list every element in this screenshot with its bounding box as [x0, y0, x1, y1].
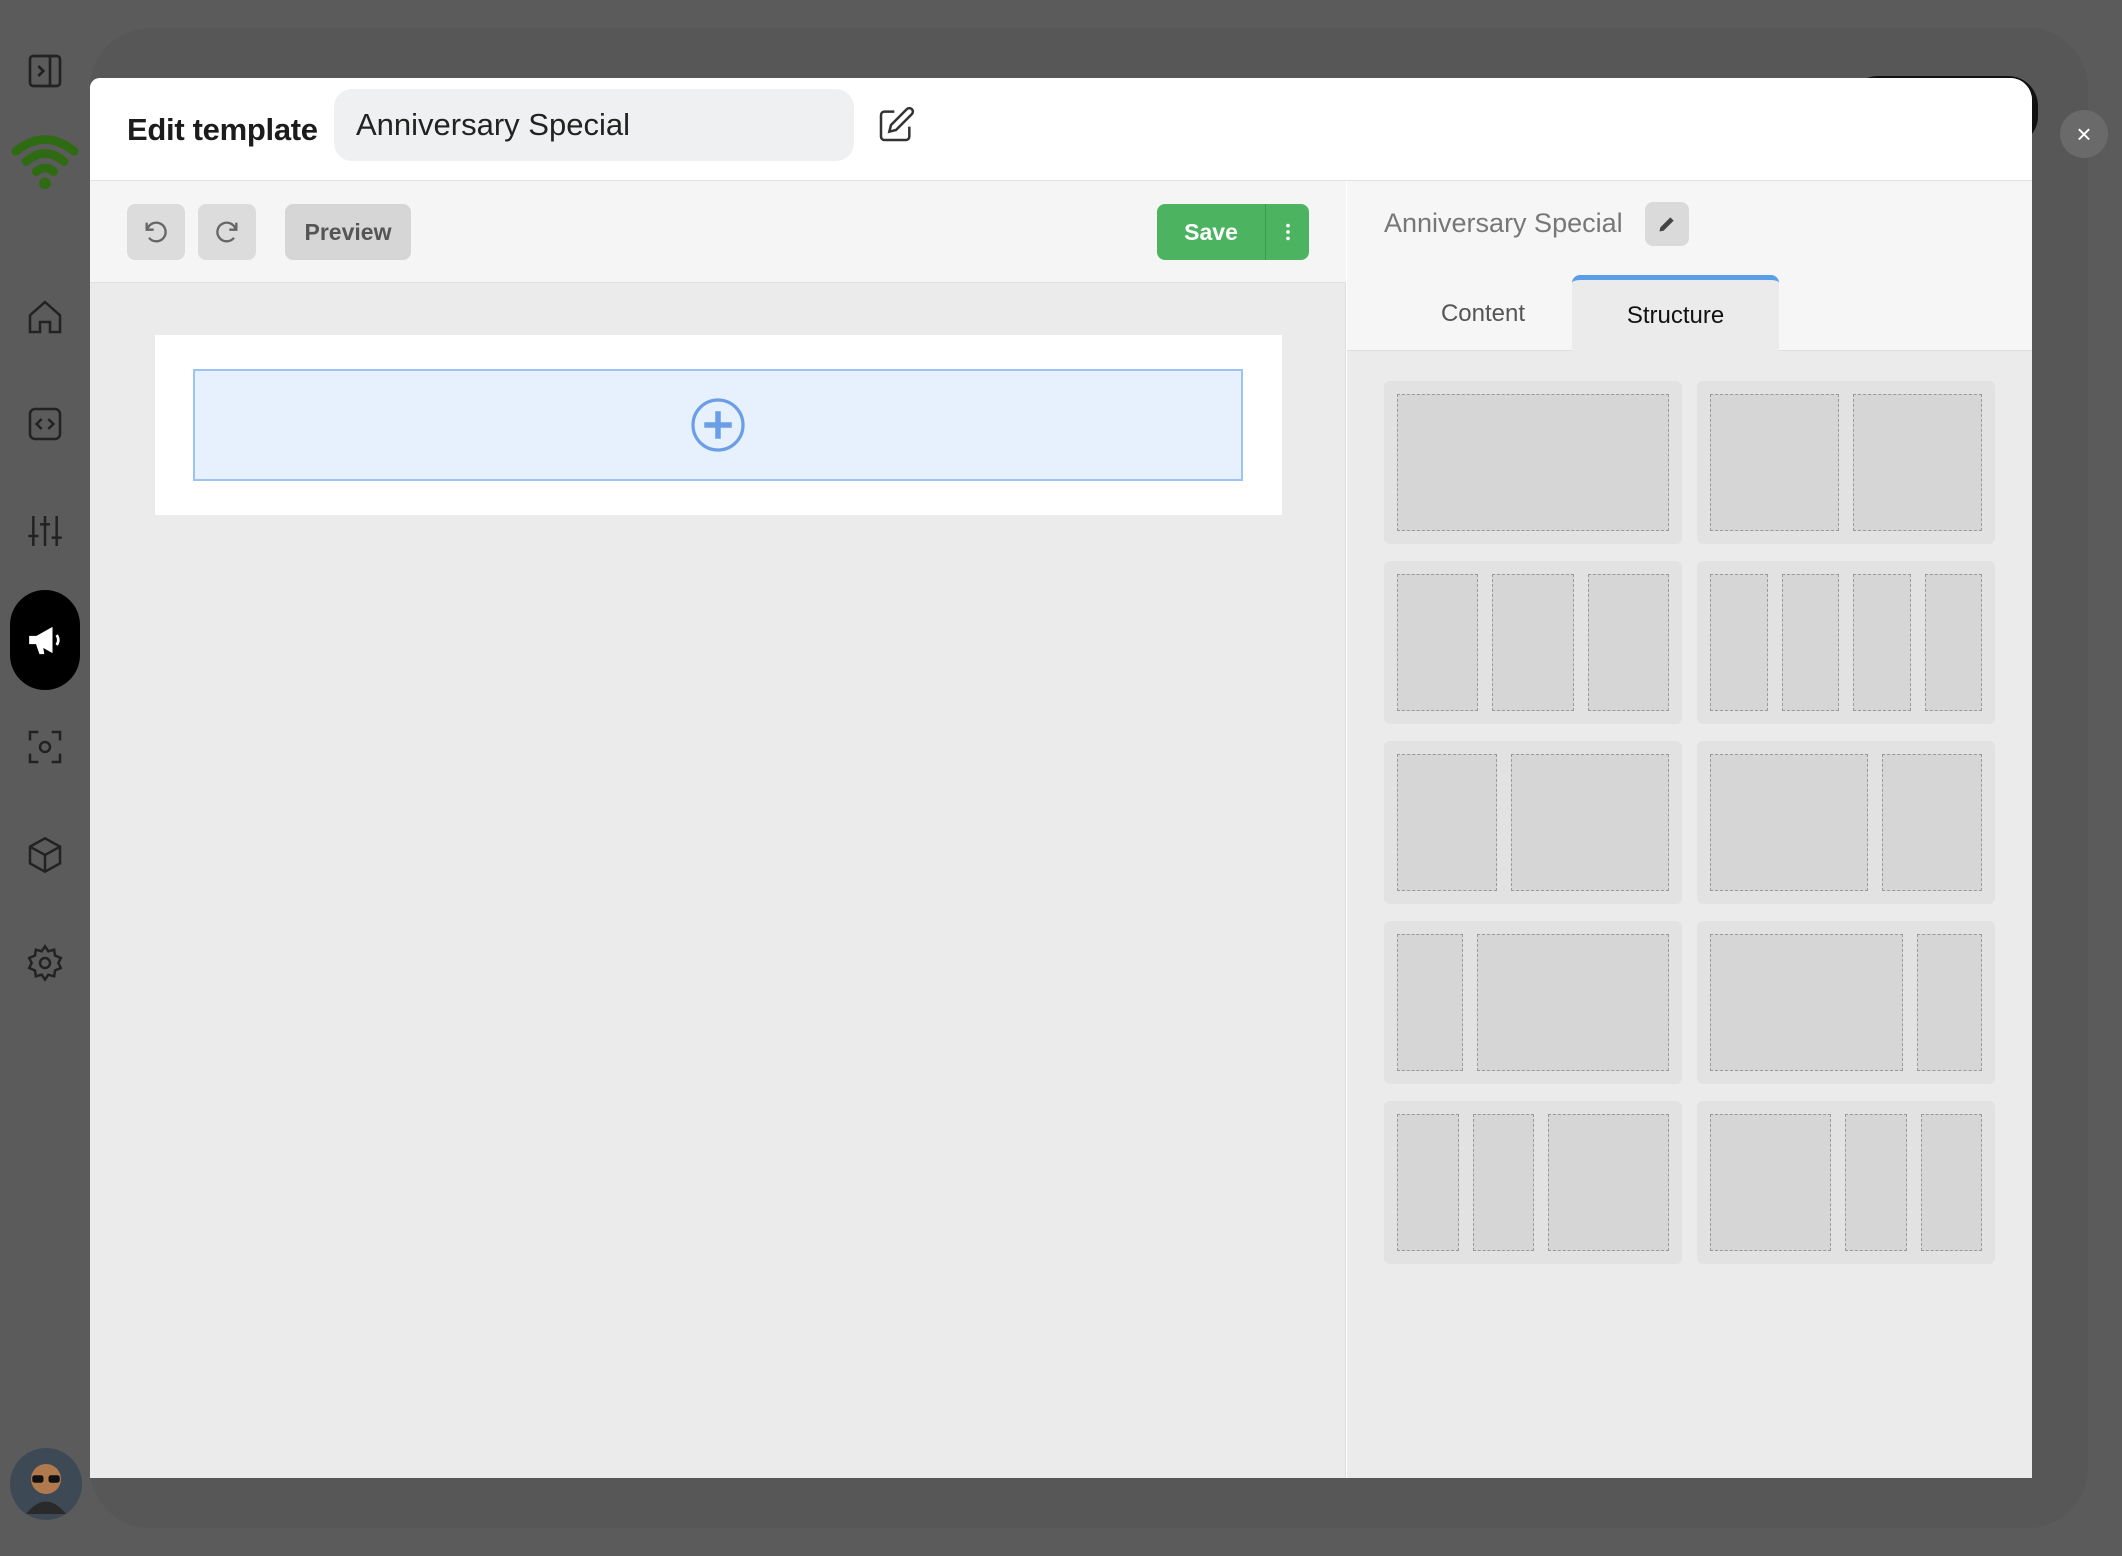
layout-columns [1710, 1114, 1982, 1251]
sliders-icon [28, 516, 62, 546]
undo-button[interactable] [127, 204, 185, 260]
preview-button[interactable]: Preview [285, 204, 411, 260]
layout-column-placeholder [1710, 574, 1768, 711]
scan-icon [28, 730, 62, 764]
close-modal-button[interactable]: × [2060, 110, 2108, 158]
layout-column-placeholder [1510, 754, 1669, 891]
layout-column-placeholder [1472, 1114, 1534, 1251]
layout-column-placeholder [1710, 1114, 1831, 1251]
gear-icon [27, 944, 63, 982]
layout-column-placeholder [1397, 934, 1463, 1071]
tab-structure[interactable]: Structure [1572, 275, 1779, 352]
layout-column-placeholder [1916, 934, 1982, 1071]
panel-template-name: Anniversary Special [1384, 208, 1623, 238]
layout-column-placeholder [1397, 1114, 1459, 1251]
edit-icon [879, 106, 915, 142]
editor-area: Preview Save [90, 181, 1346, 1478]
layout-column-placeholder [1710, 394, 1839, 531]
layout-4-columns[interactable] [1697, 561, 1995, 724]
layout-3-columns[interactable] [1384, 561, 1682, 724]
layout-1-2[interactable] [1384, 741, 1682, 904]
layout-column-placeholder [1397, 754, 1497, 891]
undo-icon [145, 221, 167, 243]
layout-2-1-1[interactable] [1697, 1101, 1995, 1264]
layout-1-column[interactable] [1384, 381, 1682, 544]
modal-title: Edit template [127, 112, 318, 147]
edit-name-button[interactable] [874, 103, 918, 147]
layout-column-placeholder [1476, 934, 1669, 1071]
megaphone-icon [29, 626, 60, 655]
layout-column-placeholder [1492, 574, 1574, 711]
redo-icon [216, 221, 238, 243]
brand-logo [8, 125, 82, 195]
layout-column-placeholder [1548, 1114, 1669, 1251]
sidebar-item-campaigns[interactable] [10, 590, 80, 690]
save-button-group: Save [1157, 204, 1309, 260]
layout-column-placeholder [1710, 934, 1903, 1071]
layout-column-placeholder [1924, 574, 1982, 711]
sidebar-toggle-icon [28, 54, 62, 88]
editor-toolbar: Preview Save [90, 181, 1346, 283]
modal-header: Edit template [90, 78, 2032, 181]
user-avatar-icon [26, 1464, 66, 1514]
layout-column-placeholder [1397, 394, 1669, 531]
sidebar-item-home[interactable] [10, 282, 80, 352]
layout-column-placeholder [1853, 574, 1911, 711]
layout-columns [1710, 754, 1982, 891]
layout-column-placeholder [1781, 574, 1839, 711]
redo-button[interactable] [198, 204, 256, 260]
layout-1-1-2[interactable] [1384, 1101, 1682, 1264]
layout-column-placeholder [1845, 1114, 1907, 1251]
layout-columns [1397, 394, 1669, 531]
avatar[interactable] [10, 1448, 82, 1520]
sidebar-item-code[interactable] [10, 389, 80, 459]
structure-panel: Anniversary Special Content Structure [1347, 181, 2032, 1478]
more-vertical-icon [1285, 223, 1290, 241]
cube-icon [28, 836, 62, 874]
sidebar-item-settings[interactable] [10, 928, 80, 998]
layout-columns [1397, 1114, 1669, 1251]
edit-template-modal: Edit template Preview Save [90, 78, 2032, 1478]
layout-columns [1710, 394, 1982, 531]
sidebar-toggle-button[interactable] [10, 36, 80, 106]
layout-2-1[interactable] [1697, 741, 1995, 904]
layout-column-placeholder [1853, 394, 1982, 531]
layout-column-placeholder [1587, 574, 1669, 711]
close-icon: × [2076, 118, 2092, 149]
save-options-button[interactable] [1265, 204, 1309, 260]
plus-circle-icon [691, 398, 745, 452]
pencil-icon [1659, 217, 1674, 232]
layout-columns [1397, 934, 1669, 1071]
layout-columns [1397, 574, 1669, 711]
layout-columns [1710, 574, 1982, 711]
layout-columns [1397, 754, 1669, 891]
tab-content[interactable]: Content [1384, 275, 1582, 352]
layout-column-placeholder [1710, 754, 1869, 891]
layout-3-1[interactable] [1697, 921, 1995, 1084]
add-block-dropzone[interactable] [193, 369, 1243, 481]
home-icon [28, 300, 62, 334]
save-button[interactable]: Save [1157, 204, 1265, 260]
panel-rename-button[interactable] [1645, 202, 1689, 246]
app-sidebar [0, 0, 90, 1556]
sidebar-item-settings-sliders[interactable] [10, 496, 80, 566]
layout-column-placeholder [1397, 574, 1479, 711]
email-canvas-row [155, 335, 1282, 515]
layout-2-columns[interactable] [1697, 381, 1995, 544]
layout-columns [1710, 934, 1982, 1071]
layout-1-3[interactable] [1384, 921, 1682, 1084]
panel-header: Anniversary Special Content Structure [1347, 181, 2032, 352]
code-icon [28, 407, 62, 441]
sidebar-item-scan[interactable] [10, 712, 80, 782]
wifi-logo-icon [11, 135, 79, 190]
layout-column-placeholder [1920, 1114, 1982, 1251]
sidebar-item-products[interactable] [10, 820, 80, 890]
layout-column-placeholder [1882, 754, 1982, 891]
template-name-input[interactable] [334, 89, 854, 161]
